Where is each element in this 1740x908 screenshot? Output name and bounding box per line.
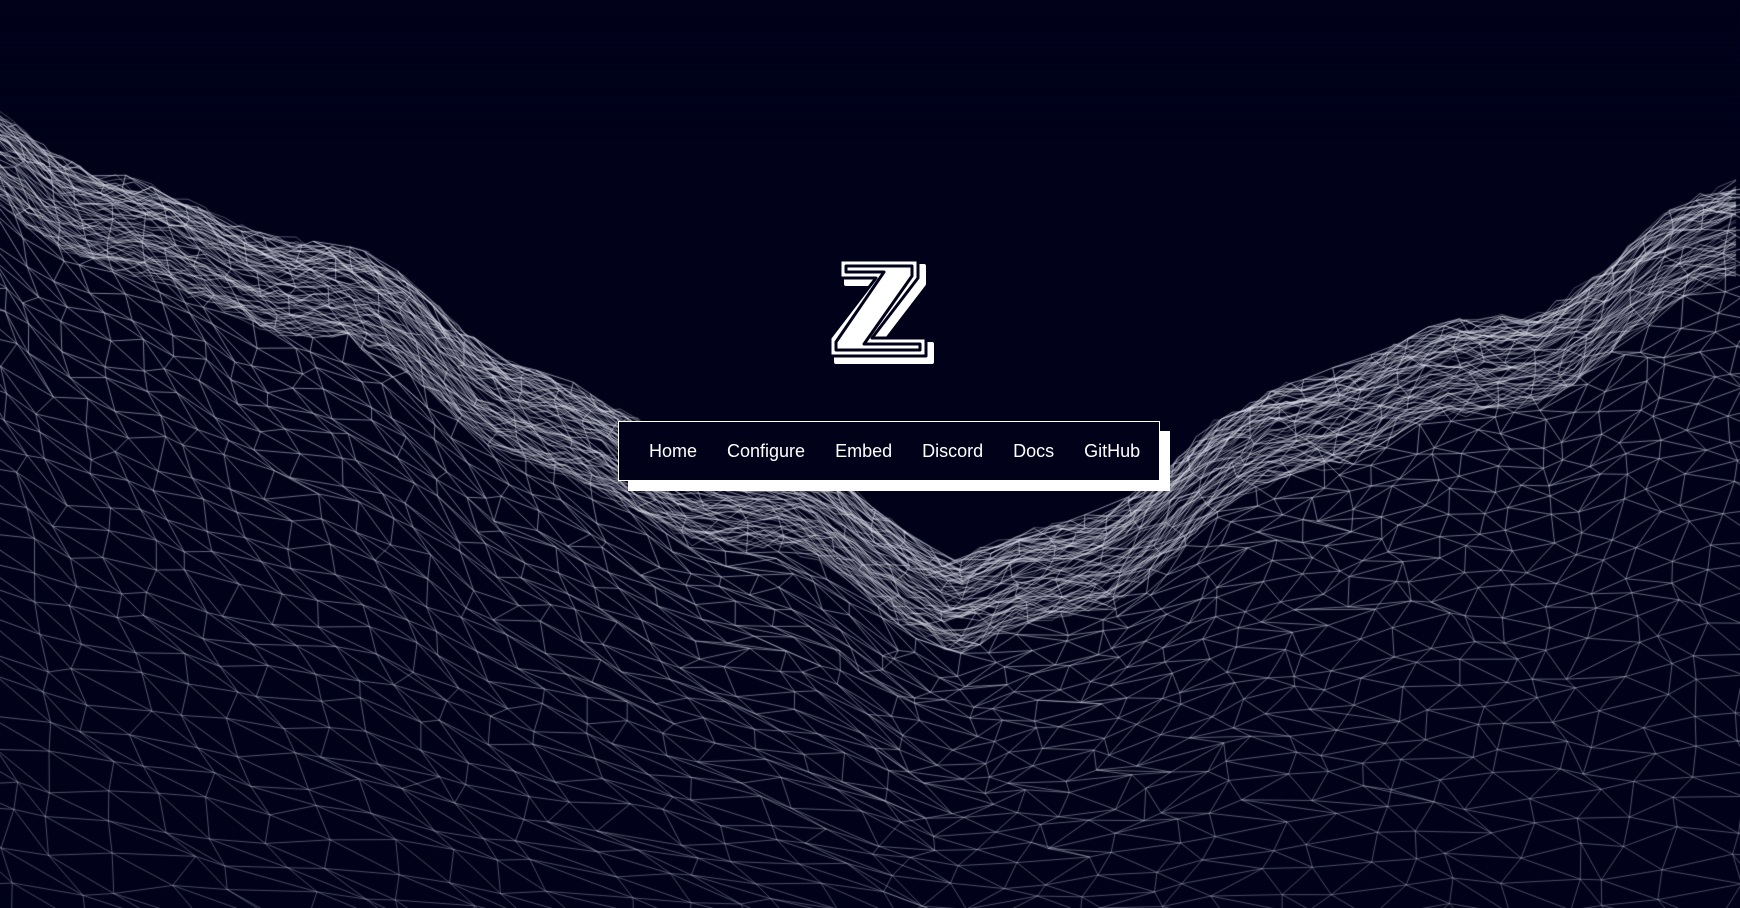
nav-embed-link[interactable]: Embed — [835, 442, 892, 460]
nav-home-link[interactable]: Home — [649, 442, 697, 460]
nav-discord-link[interactable]: Discord — [922, 442, 983, 460]
main-nav: Home Configure Embed Discord Docs GitHub — [618, 421, 1160, 481]
nav-github-link[interactable]: GitHub — [1084, 442, 1140, 460]
nav-docs-link[interactable]: Docs — [1013, 442, 1054, 460]
z-logo-icon — [820, 258, 960, 383]
nav-configure-link[interactable]: Configure — [727, 442, 805, 460]
